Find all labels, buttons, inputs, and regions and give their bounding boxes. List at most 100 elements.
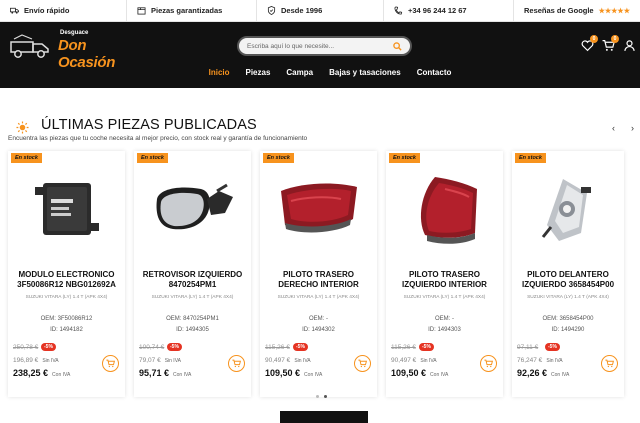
product-id: ID: 1494182 — [50, 327, 83, 333]
price-con-value: 238,25 € — [13, 368, 49, 378]
product-card[interactable]: En stock PILOTO TRASERO DERECHO INTERIOR… — [260, 151, 377, 397]
guarantee-label: Piezas garantizadas — [151, 6, 223, 15]
product-title[interactable]: PILOTO TRASERO IZQUIERDO INTERIOR — [388, 270, 501, 289]
price-sin-value: 79,07 € — [139, 357, 161, 364]
search-icon[interactable] — [393, 41, 402, 51]
product-image-rear-light-right[interactable] — [266, 167, 371, 251]
old-price: 250,78 € — [13, 344, 39, 351]
sun-icon — [16, 121, 29, 134]
guarantee-info: Piezas garantizadas — [127, 0, 257, 21]
sin-iva-label: Sin IVA — [420, 358, 437, 364]
price-con-value: 109,50 € — [391, 368, 427, 378]
old-price: 97,11 € — [517, 344, 539, 351]
product-oem: OEM: 3658454P00 — [542, 316, 594, 322]
product-model: SUZUKI VITARA (LY) 1.4 T (APK 4X4) — [151, 295, 234, 300]
logo-subtitle: Desguace — [60, 30, 89, 36]
cart-icon — [605, 359, 614, 368]
old-price: 115,26 € — [391, 344, 416, 351]
nav-campa[interactable]: Campa — [286, 68, 313, 77]
price-without-vat: 76,247 € Sin IVA — [517, 357, 563, 364]
product-title[interactable]: PILOTO TRASERO DERECHO INTERIOR — [262, 270, 375, 289]
price-sin-value: 76,247 € — [517, 357, 543, 364]
price-with-vat: 92,26 € Con IVA — [517, 368, 569, 378]
latest-parts-header: ÚLTIMAS PIEZAS PUBLICADAS ‹ › — [0, 114, 640, 138]
price-without-vat: 196,89 € Sin IVA — [13, 357, 59, 364]
add-to-cart-button[interactable] — [228, 355, 245, 372]
product-oem: OEM: - — [435, 316, 454, 322]
price-con-value: 109,50 € — [265, 368, 301, 378]
cart-count: 0 — [611, 35, 619, 43]
add-to-cart-button[interactable] — [354, 355, 371, 372]
carousel-dot[interactable] — [316, 395, 319, 398]
product-image-mirror[interactable] — [140, 167, 245, 251]
con-iva-label: Con IVA — [173, 372, 192, 378]
nav-bajas[interactable]: Bajas y tasaciones — [329, 68, 401, 77]
price-con-value: 95,71 € — [139, 368, 170, 378]
product-oem: OEM: 8470254PM1 — [166, 316, 219, 322]
discount-badge: -5% — [293, 343, 308, 351]
cart-button[interactable]: 0 — [602, 35, 619, 52]
google-reviews[interactable]: Reseñas de Google ★★★★★ — [514, 0, 640, 21]
shipping-label: Envío rápido — [24, 6, 70, 15]
product-image-rear-light-left[interactable] — [392, 167, 497, 251]
discount-badge: -5% — [167, 343, 182, 351]
account-button[interactable] — [623, 39, 636, 52]
price-with-vat: 238,25 € Con IVA — [13, 368, 70, 378]
logo[interactable]: Desguace Don Ocasión — [8, 28, 136, 71]
product-id: ID: 1494302 — [302, 327, 335, 333]
front-light-image — [541, 179, 591, 241]
product-card[interactable]: En stock RETROVISOR IZQUIERDO 8470254PM1… — [134, 151, 251, 397]
product-card[interactable]: En stock PILOTO DELANTERO IZQUIERDO 3658… — [512, 151, 624, 397]
add-to-cart-button[interactable] — [601, 355, 618, 372]
since-label: Desde 1996 — [281, 6, 323, 15]
old-price: 115,26 € — [265, 344, 290, 351]
cart-icon — [484, 359, 493, 368]
spacer — [0, 88, 640, 114]
sin-iva-label: Sin IVA — [294, 358, 311, 364]
product-card[interactable]: En stock MODULO ELECTRONICO 3F50086R12 N… — [8, 151, 125, 397]
price-with-vat: 109,50 € Con IVA — [391, 368, 448, 378]
product-image-front-light[interactable] — [518, 167, 618, 251]
price-con-value: 92,26 € — [517, 368, 548, 378]
wishlist-count: 0 — [590, 35, 598, 43]
con-iva-label: Con IVA — [52, 372, 71, 378]
carousel-dots — [316, 395, 327, 398]
nav-inicio[interactable]: Inicio — [209, 68, 230, 77]
con-iva-label: Con IVA — [430, 372, 449, 378]
add-to-cart-button[interactable] — [102, 355, 119, 372]
product-carousel: En stock MODULO ELECTRONICO 3F50086R12 N… — [0, 151, 640, 401]
wishlist-button[interactable]: 0 — [581, 35, 598, 52]
search-input[interactable] — [247, 42, 393, 50]
discount-badge: -5% — [41, 343, 56, 351]
product-card[interactable]: En stock PILOTO TRASERO IZQUIERDO INTERI… — [386, 151, 503, 397]
carousel-next-button[interactable]: › — [631, 123, 634, 133]
product-oem: OEM: 3F50086R12 — [40, 316, 93, 322]
mirror-image — [156, 183, 233, 230]
cart-icon — [358, 359, 367, 368]
nav-contacto[interactable]: Contacto — [417, 68, 452, 77]
section-title: ÚLTIMAS PIEZAS PUBLICADAS — [41, 117, 257, 133]
carousel-dot-active[interactable] — [324, 395, 327, 398]
search-bar — [237, 36, 412, 56]
add-to-cart-button[interactable] — [480, 355, 497, 372]
carousel-arrows: ‹ › — [612, 123, 634, 133]
product-image-ecu[interactable] — [14, 167, 119, 251]
phone-label: +34 96 244 12 67 — [408, 6, 467, 15]
phone-icon — [394, 6, 403, 15]
carousel-prev-button[interactable]: ‹ — [612, 123, 615, 133]
con-iva-label: Con IVA — [304, 372, 323, 378]
view-more-button[interactable] — [280, 411, 368, 423]
since-info: Desde 1996 — [257, 0, 384, 21]
stock-badge: En stock — [11, 153, 42, 163]
price-without-vat: 79,07 € Sin IVA — [139, 357, 181, 364]
product-title[interactable]: PILOTO DELANTERO IZQUIERDO 3658454P00 — [514, 270, 622, 289]
product-model: SUZUKI VITARA (LY) 1.4 T (APK 4X4) — [277, 295, 360, 300]
product-title[interactable]: RETROVISOR IZQUIERDO 8470254PM1 — [136, 270, 249, 289]
price-sin-value: 196,89 € — [13, 357, 39, 364]
cart-icon — [232, 359, 241, 368]
nav-piezas[interactable]: Piezas — [246, 68, 271, 77]
shipping-info: Envío rápido — [0, 0, 127, 21]
product-title[interactable]: MODULO ELECTRONICO 3F50086R12 NBG012692A — [10, 270, 123, 289]
phone-info[interactable]: +34 96 244 12 67 — [384, 0, 514, 21]
price-without-vat: 90,497 € Sin IVA — [391, 357, 437, 364]
